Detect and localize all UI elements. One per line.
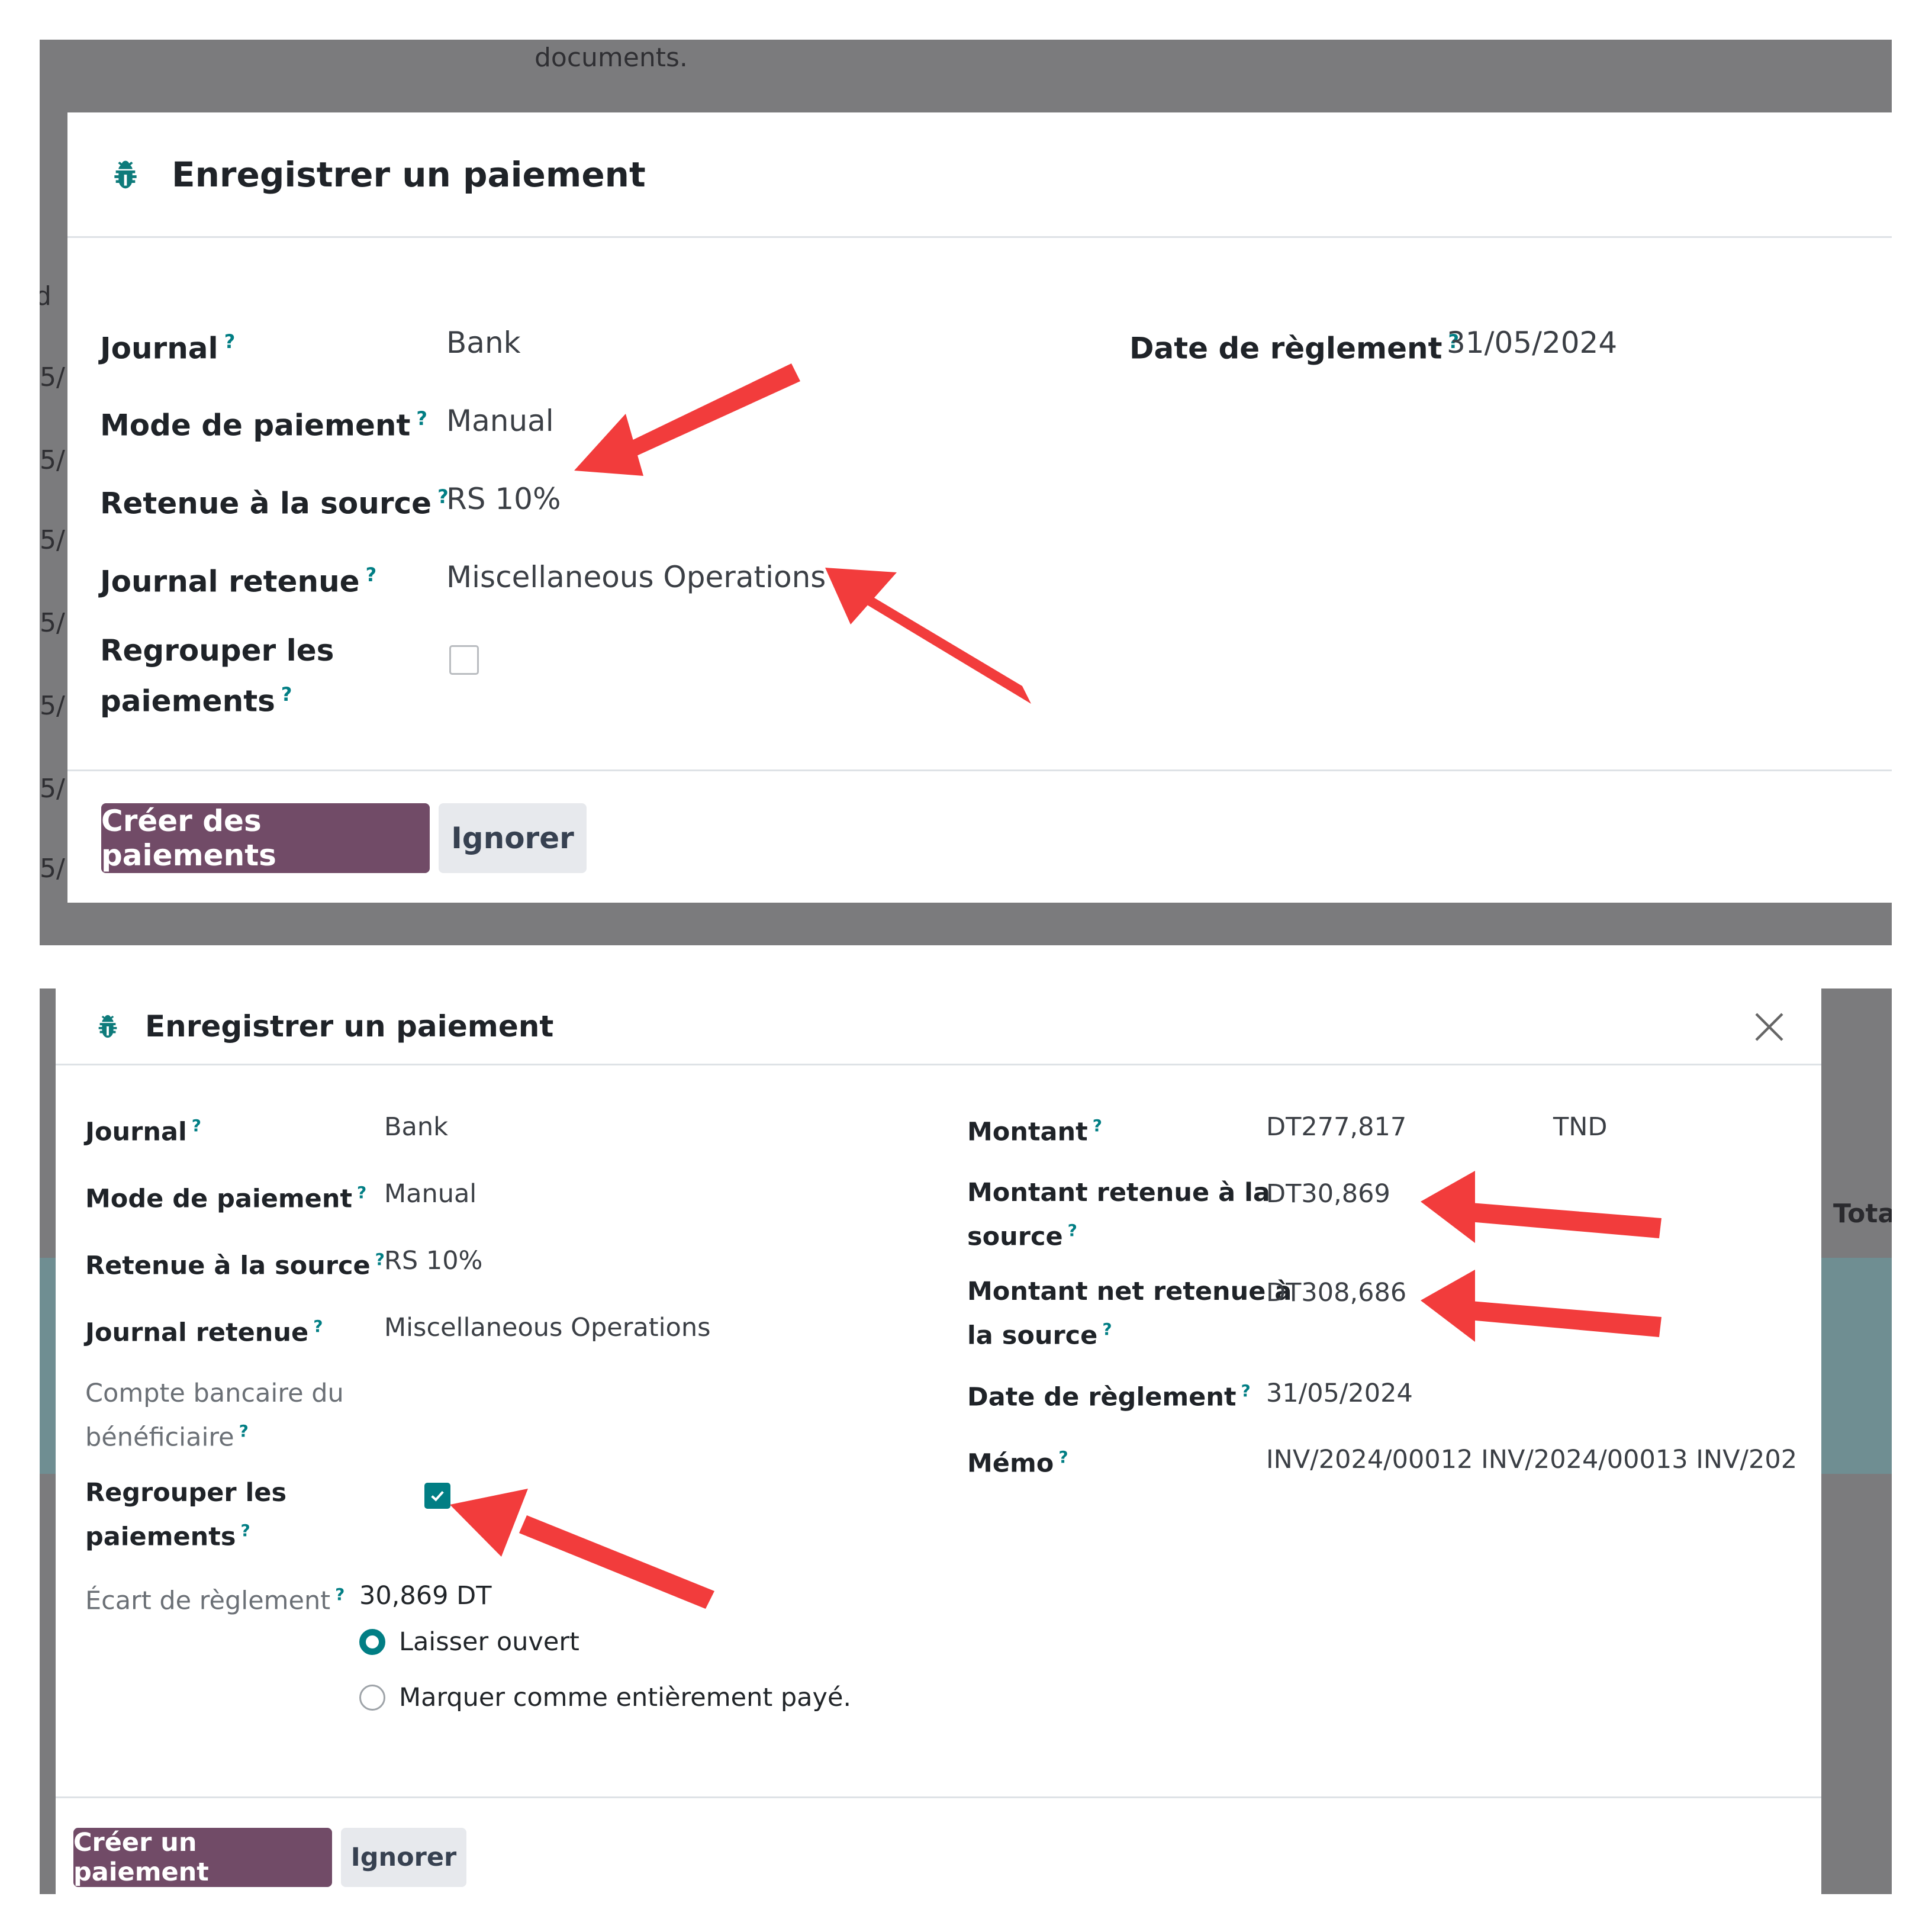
arrow-shaft	[1469, 1203, 1661, 1238]
arrow-shaft	[856, 587, 1031, 704]
arrow-head	[1421, 1270, 1475, 1342]
annotation-arrows	[574, 363, 1031, 704]
arrow-shaft	[519, 1515, 714, 1609]
arrow-head	[574, 414, 643, 476]
annotation-arrows	[450, 1171, 1661, 1609]
screenshot-after: Total Enregistrer un paiement Journal? B…	[40, 988, 1892, 1894]
arrow-shaft	[1469, 1301, 1661, 1337]
arrow-shaft	[626, 363, 800, 458]
arrow-head	[450, 1489, 528, 1557]
arrow-head	[1421, 1171, 1475, 1243]
screenshot-before: documents. d 5/ 5/ 5/ 5/ 5/ 5/ 5/ Enregi…	[40, 40, 1892, 945]
